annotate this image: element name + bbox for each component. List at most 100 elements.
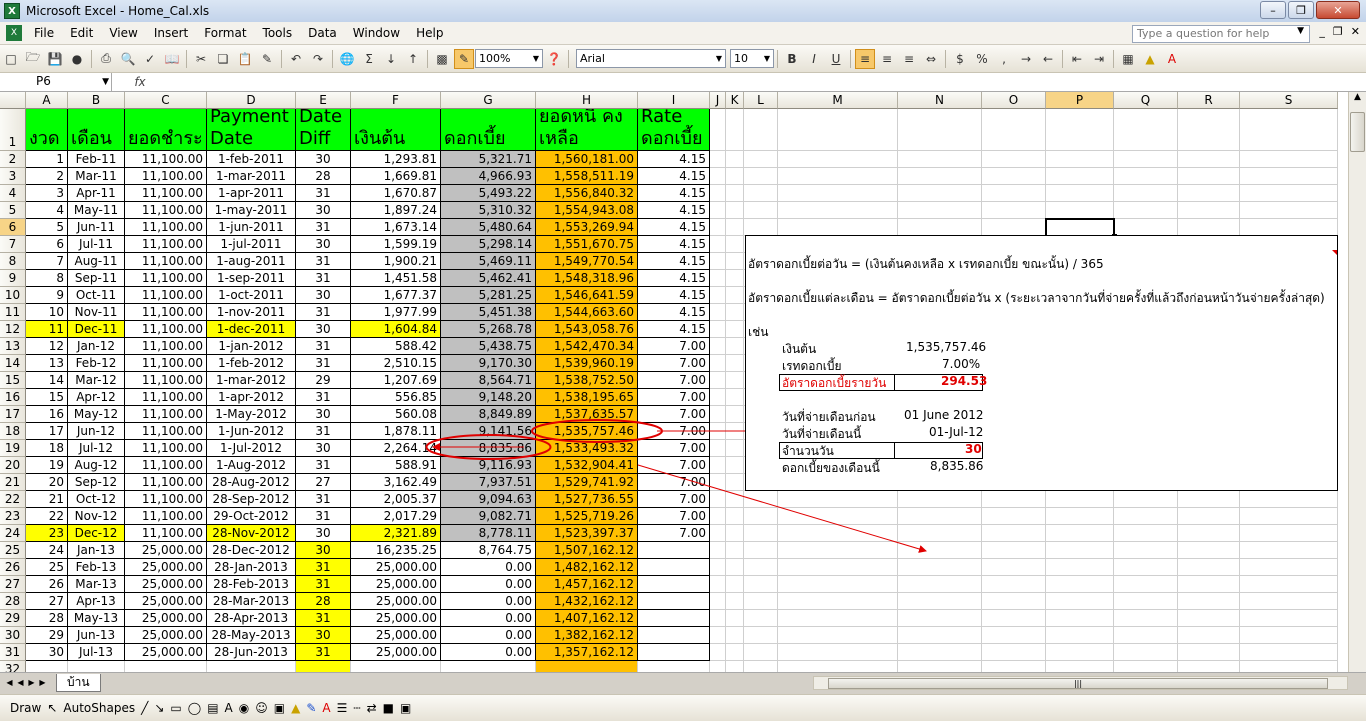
cell-h15[interactable]: 1,538,752.50	[536, 372, 638, 389]
cell-e12[interactable]: 30	[296, 321, 351, 338]
cell[interactable]	[1046, 109, 1114, 151]
cell-f9[interactable]: 1,451.58	[351, 270, 441, 287]
cell-e4[interactable]: 31	[296, 185, 351, 202]
first-sheet-icon[interactable]: ◀	[4, 678, 15, 687]
research-icon[interactable]: 📖	[162, 49, 182, 69]
cell-e17[interactable]: 30	[296, 406, 351, 423]
cell-f14[interactable]: 2,510.15	[351, 355, 441, 372]
cell-r22[interactable]	[1178, 491, 1240, 508]
textbox-icon[interactable]: ▤	[207, 701, 218, 715]
cell-s28[interactable]	[1240, 593, 1338, 610]
cell-n6[interactable]	[898, 219, 982, 236]
cell-q29[interactable]	[1114, 610, 1178, 627]
cell-g29[interactable]: 0.00	[441, 610, 536, 627]
cell-b7[interactable]: Jul-11	[68, 236, 125, 253]
line-style-icon[interactable]: ☰	[337, 701, 348, 715]
cell-h9[interactable]: 1,548,318.96	[536, 270, 638, 287]
cell-n30[interactable]	[898, 627, 982, 644]
cell-c25[interactable]: 25,000.00	[125, 542, 207, 559]
cell-e26[interactable]: 31	[296, 559, 351, 576]
cell-d2[interactable]: 1-feb-2011	[207, 151, 296, 168]
cell-d25[interactable]: 28-Dec-2012	[207, 542, 296, 559]
cell-k6[interactable]	[726, 219, 744, 236]
cell-n5[interactable]	[898, 202, 982, 219]
cell-r6[interactable]	[1178, 219, 1240, 236]
cell-a13[interactable]: 12	[26, 338, 68, 355]
cell-h24[interactable]: 1,523,397.37	[536, 525, 638, 542]
cell-l28[interactable]	[744, 593, 778, 610]
cell-g12[interactable]: 5,268.78	[441, 321, 536, 338]
cell-d7[interactable]: 1-jul-2011	[207, 236, 296, 253]
font-color-icon[interactable]: A	[322, 701, 330, 715]
cell-c12[interactable]: 11,100.00	[125, 321, 207, 338]
cell-m4[interactable]	[778, 185, 898, 202]
cell[interactable]	[296, 661, 351, 672]
cell-g28[interactable]: 0.00	[441, 593, 536, 610]
cell-c6[interactable]: 11,100.00	[125, 219, 207, 236]
cell-j13[interactable]	[710, 338, 726, 355]
cell-j20[interactable]	[710, 457, 726, 474]
cell-c4[interactable]: 11,100.00	[125, 185, 207, 202]
cell-p3[interactable]	[1046, 168, 1114, 185]
cell-h30[interactable]: 1,382,162.12	[536, 627, 638, 644]
cell-e22[interactable]: 31	[296, 491, 351, 508]
cell-a27[interactable]: 26	[26, 576, 68, 593]
cell-e27[interactable]: 31	[296, 576, 351, 593]
cell-e28[interactable]: 28	[296, 593, 351, 610]
cell-c20[interactable]: 11,100.00	[125, 457, 207, 474]
cell-g20[interactable]: 9,116.93	[441, 457, 536, 474]
row-header-15[interactable]: 15	[0, 372, 26, 389]
cell-o27[interactable]	[982, 576, 1046, 593]
cell-g18[interactable]: 9,141.56	[441, 423, 536, 440]
cell-o2[interactable]	[982, 151, 1046, 168]
cell-g6[interactable]: 5,480.64	[441, 219, 536, 236]
cell-c2[interactable]: 11,100.00	[125, 151, 207, 168]
cell-p24[interactable]	[1046, 525, 1114, 542]
row-header-10[interactable]: 10	[0, 287, 26, 304]
cell-d30[interactable]: 28-May-2013	[207, 627, 296, 644]
cell-s23[interactable]	[1240, 508, 1338, 525]
cell-l29[interactable]	[744, 610, 778, 627]
cell-d18[interactable]: 1-Jun-2012	[207, 423, 296, 440]
cell-o4[interactable]	[982, 185, 1046, 202]
cell-c10[interactable]: 11,100.00	[125, 287, 207, 304]
spelling-icon[interactable]: ✓	[140, 49, 160, 69]
cell-d28[interactable]: 28-Mar-2013	[207, 593, 296, 610]
cell-i13[interactable]: 7.00	[638, 338, 710, 355]
prev-sheet-icon[interactable]: ◀	[15, 678, 26, 687]
cell-g24[interactable]: 8,778.11	[441, 525, 536, 542]
cell-b14[interactable]: Feb-12	[68, 355, 125, 372]
zoom-dropdown[interactable]: 100% ▼	[475, 49, 543, 68]
cell-e15[interactable]: 29	[296, 372, 351, 389]
cell-k28[interactable]	[726, 593, 744, 610]
cell-i2[interactable]: 4.15	[638, 151, 710, 168]
cell-g25[interactable]: 8,764.75	[441, 542, 536, 559]
cell-c21[interactable]: 11,100.00	[125, 474, 207, 491]
column-header-i[interactable]: I	[638, 92, 710, 109]
cell-o6[interactable]	[982, 219, 1046, 236]
cell-h25[interactable]: 1,507,162.12	[536, 542, 638, 559]
cell-i8[interactable]: 4.15	[638, 253, 710, 270]
cell-k19[interactable]	[726, 440, 744, 457]
font-size-dropdown[interactable]: 10 ▼	[730, 49, 774, 68]
cell-j17[interactable]	[710, 406, 726, 423]
cell-g22[interactable]: 9,094.63	[441, 491, 536, 508]
percent-icon[interactable]: %	[972, 49, 992, 69]
cell-e24[interactable]: 30	[296, 525, 351, 542]
cell-a17[interactable]: 16	[26, 406, 68, 423]
row-header-21[interactable]: 21	[0, 474, 26, 491]
cell-g17[interactable]: 8,849.89	[441, 406, 536, 423]
column-header-j[interactable]: J	[710, 92, 726, 109]
cell-d16[interactable]: 1-apr-2012	[207, 389, 296, 406]
cell-c17[interactable]: 11,100.00	[125, 406, 207, 423]
cell-f12[interactable]: 1,604.84	[351, 321, 441, 338]
cell-j18[interactable]	[710, 423, 726, 440]
cell-h14[interactable]: 1,539,960.19	[536, 355, 638, 372]
cell-f2[interactable]: 1,293.81	[351, 151, 441, 168]
cell-e7[interactable]: 30	[296, 236, 351, 253]
cell-j24[interactable]	[710, 525, 726, 542]
align-center-icon[interactable]: ≡	[877, 49, 897, 69]
cell-h10[interactable]: 1,546,641.59	[536, 287, 638, 304]
column-header-s[interactable]: S	[1240, 92, 1338, 109]
cell-i30[interactable]	[638, 627, 710, 644]
